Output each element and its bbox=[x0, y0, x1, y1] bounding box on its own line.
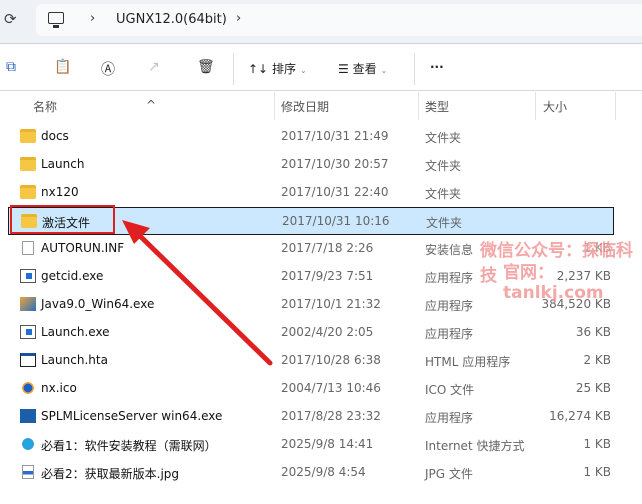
watermark-line2: 官网：tanlkj.com bbox=[503, 263, 604, 303]
